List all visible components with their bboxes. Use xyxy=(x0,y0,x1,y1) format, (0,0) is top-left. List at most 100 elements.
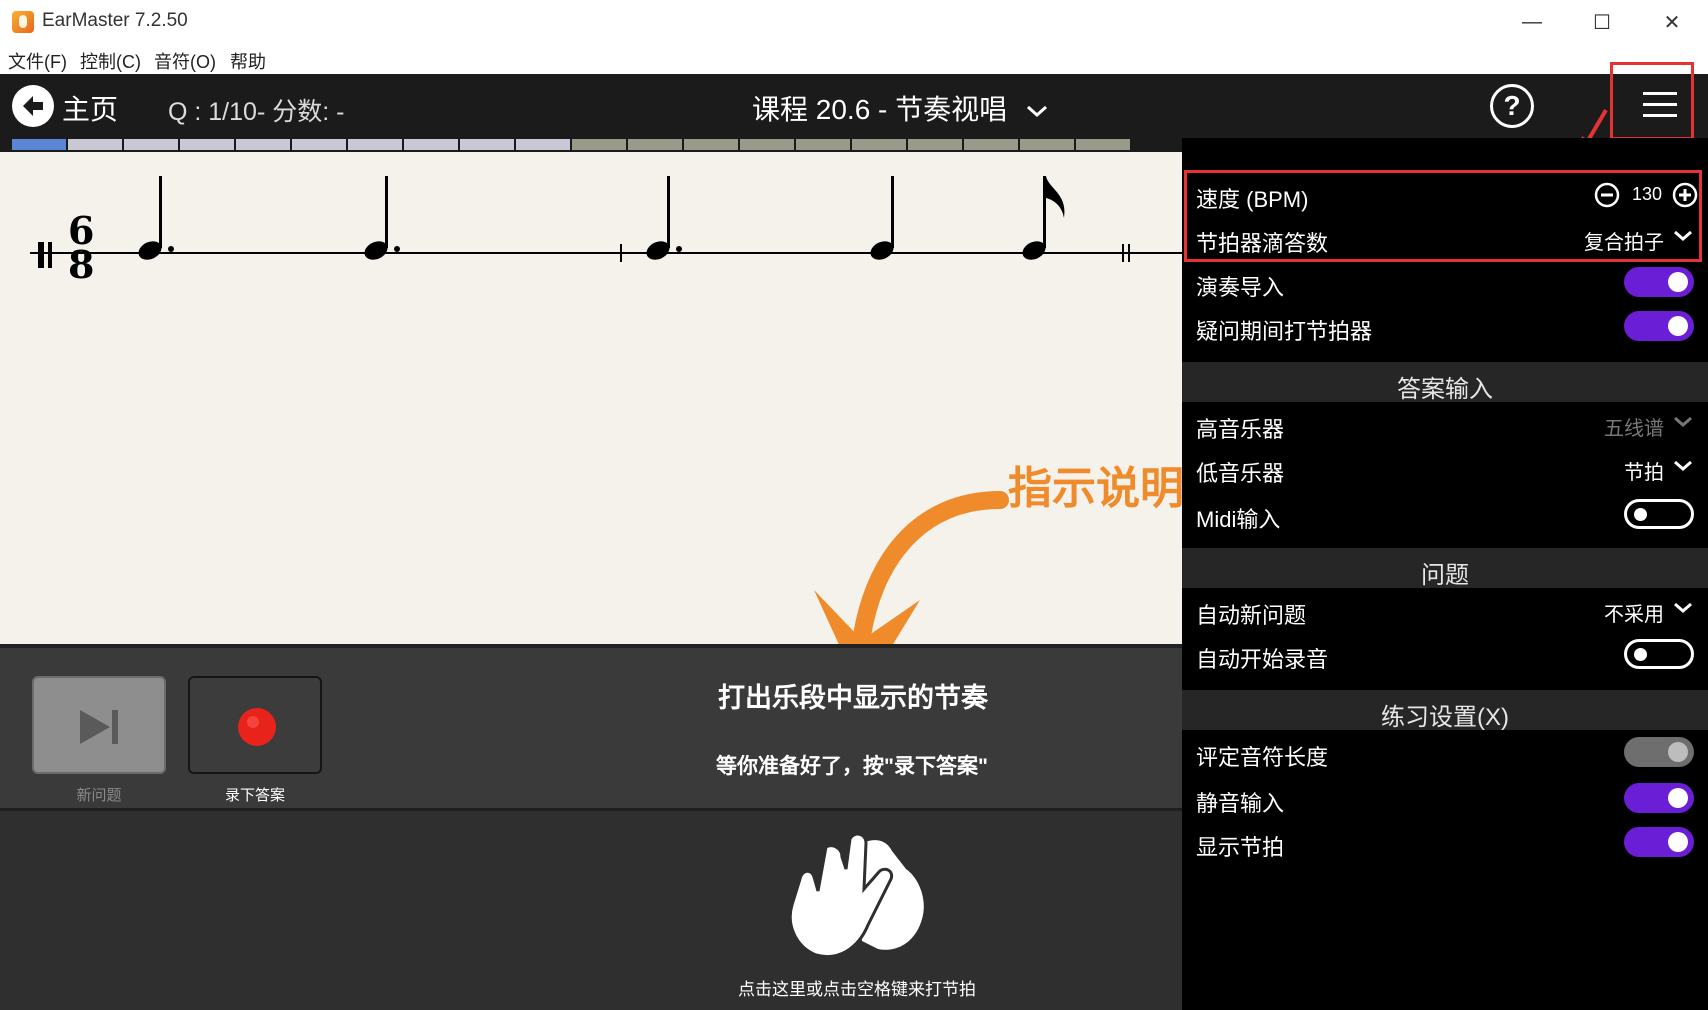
midi-input-row: Midi输入 xyxy=(1182,492,1708,536)
auto-new-question-label: 自动新问题 xyxy=(1196,603,1307,628)
record-answer-label: 录下答案 xyxy=(224,787,285,804)
chevron-down-icon xyxy=(1674,230,1692,241)
chevron-down-icon xyxy=(1674,416,1692,427)
close-button[interactable]: ✕ xyxy=(1644,4,1700,40)
menu-help[interactable]: 帮助 xyxy=(230,48,266,74)
home-label[interactable]: 主页 xyxy=(62,88,118,128)
chevron-down-icon xyxy=(1026,105,1047,118)
staff-line xyxy=(30,252,1182,254)
annotation-hint-text: 指示说明 xyxy=(1008,464,1184,513)
progress-segment xyxy=(964,139,1018,150)
new-question-button[interactable] xyxy=(32,676,166,774)
bass-instrument-label: 低音乐器 xyxy=(1196,461,1285,486)
metronome-during-question-row: 疑问期间打节拍器 xyxy=(1182,304,1708,348)
record-answer-button[interactable] xyxy=(188,676,322,774)
treble-instrument-value: 五线谱 xyxy=(1604,418,1664,440)
new-question-label: 新问题 xyxy=(76,787,122,804)
instruction-sub: 等你准备好了，按"录下答案" xyxy=(716,755,988,778)
grade-note-length-toggle xyxy=(1624,737,1694,767)
arrow-left-icon xyxy=(23,96,43,116)
progress-segment xyxy=(908,139,962,150)
maximize-button[interactable]: ☐ xyxy=(1574,4,1630,40)
end-barline xyxy=(1122,244,1124,262)
metronome-during-question-toggle[interactable] xyxy=(1624,311,1694,341)
tap-area-hint: 点击这里或点击空格键来打节拍 xyxy=(738,980,976,999)
chevron-down-icon xyxy=(1674,602,1692,613)
question-section: 问题 xyxy=(1182,548,1708,589)
auto-start-recording-label: 自动开始录音 xyxy=(1196,647,1329,672)
start-barline xyxy=(38,242,44,268)
answer-input-section-title: 答案输入 xyxy=(1397,376,1493,403)
minimize-button[interactable]: — xyxy=(1504,4,1560,40)
grade-note-length-label: 评定音符长度 xyxy=(1196,745,1329,770)
show-beats-label: 显示节拍 xyxy=(1196,835,1285,860)
note-flag-icon xyxy=(1046,176,1065,218)
metronome-clicks-label: 节拍器滴答数 xyxy=(1196,231,1329,256)
progress-segment xyxy=(684,139,738,150)
midi-input-label: Midi输入 xyxy=(1196,507,1281,532)
plus-circle-icon[interactable] xyxy=(1672,182,1698,208)
progress-segment xyxy=(292,139,346,150)
app-header: 主页 Q : 1/10- 分数: - 课程 20.6 - 节奏视唱 ? xyxy=(0,74,1708,138)
record-icon xyxy=(238,708,276,746)
progress-segment xyxy=(236,139,290,150)
progress-segment xyxy=(124,139,178,150)
mute-input-row: 静音输入 xyxy=(1182,776,1708,820)
count-in-label: 演奏导入 xyxy=(1196,275,1285,300)
tap-area[interactable]: 点击这里或点击空格键来打节拍 xyxy=(0,808,1182,1010)
menu-bar: 文件(F) 控制(C) 音符(O) 帮助 xyxy=(0,44,1708,74)
menu-file[interactable]: 文件(F) xyxy=(8,48,67,74)
metronome-clicks-row[interactable]: 节拍器滴答数 复合拍子 xyxy=(1182,216,1708,260)
treble-instrument-row: 高音乐器 五线谱 xyxy=(1182,402,1708,446)
progress-segment xyxy=(404,139,458,150)
count-in-toggle[interactable] xyxy=(1624,267,1694,297)
practice-settings-section: 练习设置(X) xyxy=(1182,690,1708,731)
course-title: 课程 20.6 - 节奏视唱 xyxy=(752,94,1008,125)
progress-segment xyxy=(852,139,906,150)
chevron-down-icon xyxy=(1674,460,1692,471)
earmaster-app-icon xyxy=(12,11,34,33)
time-signature: 6 8 xyxy=(68,212,94,284)
menu-control[interactable]: 控制(C) xyxy=(80,48,141,74)
menu-notes[interactable]: 音符(O) xyxy=(154,48,216,74)
settings-panel: 速度 (BPM) 130 节拍器滴答数 复合拍子 演奏导入 疑问期间打节拍器 答… xyxy=(1182,138,1708,1010)
metronome-during-question-label: 疑问期间打节拍器 xyxy=(1196,319,1373,344)
back-home-button[interactable] xyxy=(12,85,54,127)
progress-segment xyxy=(572,139,626,150)
bass-instrument-value: 节拍 xyxy=(1624,462,1664,484)
metronome-clicks-value: 复合拍子 xyxy=(1584,232,1664,254)
progress-segment xyxy=(68,139,122,150)
auto-start-recording-row: 自动开始录音 xyxy=(1182,632,1708,676)
minus-circle-icon[interactable] xyxy=(1594,182,1620,208)
auto-new-question-value: 不采用 xyxy=(1604,604,1664,626)
progress-segment xyxy=(1076,139,1130,150)
mute-input-toggle[interactable] xyxy=(1624,783,1694,813)
clapping-hands-icon xyxy=(788,832,924,958)
title-bar: EarMaster 7.2.50 — ☐ ✕ xyxy=(0,0,1708,44)
help-button[interactable]: ? xyxy=(1490,84,1534,128)
question-score-status: Q : 1/10- 分数: - xyxy=(168,98,345,126)
progress-segment xyxy=(516,139,570,150)
progress-segment xyxy=(1020,139,1074,150)
settings-menu-button[interactable] xyxy=(1610,88,1677,124)
course-title-dropdown[interactable]: 课程 20.6 - 节奏视唱 xyxy=(752,88,1049,128)
question-section-title: 问题 xyxy=(1421,562,1469,589)
progress-segment xyxy=(460,139,514,150)
progress-segment xyxy=(796,139,850,150)
menu-icon-line xyxy=(1643,103,1677,106)
skip-next-icon xyxy=(80,710,118,744)
rhythm-score: 6 8 指示说明 xyxy=(0,152,1184,695)
instruction-main: 打出乐段中显示的节奏 xyxy=(718,683,988,713)
treble-instrument-label: 高音乐器 xyxy=(1196,417,1285,442)
menu-icon-line xyxy=(1643,92,1677,95)
tempo-label: 速度 (BPM) xyxy=(1196,187,1309,212)
show-beats-toggle[interactable] xyxy=(1624,827,1694,857)
barline xyxy=(620,244,622,262)
progress-segment xyxy=(348,139,402,150)
bass-instrument-row[interactable]: 低音乐器 节拍 xyxy=(1182,446,1708,490)
midi-input-toggle[interactable] xyxy=(1624,499,1694,529)
auto-start-recording-toggle[interactable] xyxy=(1624,639,1694,669)
end-barline xyxy=(1128,244,1130,262)
progress-segment xyxy=(740,139,794,150)
auto-new-question-row[interactable]: 自动新问题 不采用 xyxy=(1182,588,1708,632)
